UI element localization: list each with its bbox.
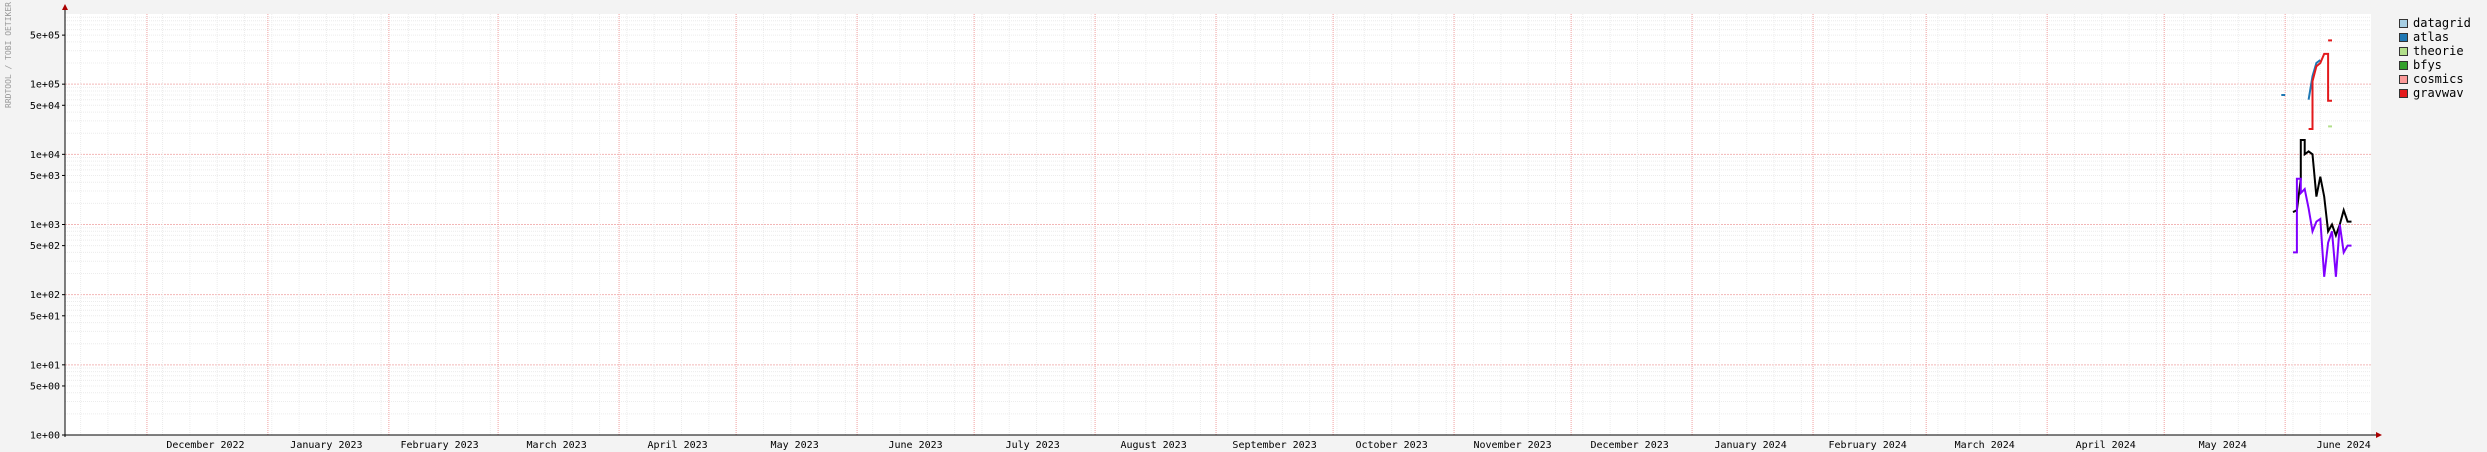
legend-item-bfys: bfys [2399,58,2471,72]
legend-item-gravwav: gravwav [2399,86,2471,100]
y-tick-label: 5e+04 [30,101,60,112]
legend-label: atlas [2413,30,2450,44]
legend-swatch [2399,74,2408,84]
x-tick-label: November 2023 [1473,440,1551,451]
x-tick-label: August 2023 [1121,440,1187,451]
legend-label: gravwav [2413,86,2464,100]
x-tick-label: December 2023 [1591,440,1669,451]
y-axis-ticks: 5e+05 1e+05 5e+04 1e+04 5e+03 1e+03 5e+02 1e+02… [30,31,65,442]
y-tick-label: 1e+00 [30,431,60,442]
x-tick-label: June 2024 [2317,440,2371,451]
legend-item-cosmics: cosmics [2399,72,2471,86]
x-tick-label: December 2022 [166,440,244,451]
y-tick-label: 1e+05 [30,80,60,91]
x-tick-label: April 2024 [2076,440,2136,451]
legend-swatch [2399,32,2408,42]
legend-item-theorie: theorie [2399,44,2471,58]
x-tick-label: March 2024 [1955,440,2015,451]
y-tick-label: 1e+01 [30,360,60,371]
y-axis-arrow [62,4,68,10]
y-tick-label: 1e+02 [30,290,60,301]
x-tick-label: September 2023 [1232,440,1316,451]
legend-swatch [2399,18,2408,28]
legend-item-datagrid: datagrid [2399,16,2471,30]
y-tick-label: 1e+03 [30,220,60,231]
legend-swatch [2399,46,2408,56]
x-tick-label: April 2023 [647,440,707,451]
x-tick-label: January 2024 [1714,440,1786,451]
x-axis-arrow [2376,432,2382,438]
legend-item-atlas: atlas [2399,30,2471,44]
x-tick-label: February 2023 [400,440,478,451]
x-tick-label: May 2023 [771,440,819,451]
y-tick-label: 5e+05 [30,31,60,42]
y-tick-label: 1e+04 [30,150,60,161]
legend: datagrid atlas theorie bfys cosmics gravwav [2399,16,2471,100]
y-tick-label: 5e+02 [30,241,60,252]
legend-label: theorie [2413,44,2464,58]
legend-swatch [2399,88,2408,98]
legend-label: datagrid [2413,16,2471,30]
y-axis-label: RRDTOOL / TOBI OETIKER [4,2,13,108]
y-tick-label: 5e+01 [30,311,60,322]
chart: 5e+05 1e+05 5e+04 1e+04 5e+03 1e+03 5e+02 1e+02… [4,2,2382,451]
legend-swatch [2399,60,2408,70]
x-tick-label: June 2023 [889,440,943,451]
x-tick-label: March 2023 [527,440,587,451]
legend-label: cosmics [2413,72,2464,86]
x-tick-label: February 2024 [1829,440,1907,451]
y-tick-label: 5e+00 [30,381,60,392]
x-tick-label: July 2023 [1006,440,1060,451]
y-tick-label: 5e+03 [30,171,60,182]
x-tick-label: January 2023 [290,440,362,451]
legend-label: bfys [2413,58,2442,72]
x-tick-label: May 2024 [2199,440,2247,451]
x-tick-label: October 2023 [1356,440,1428,451]
x-axis-ticks: December 2022 January 2023 February 2023 Ma… [166,440,2370,451]
